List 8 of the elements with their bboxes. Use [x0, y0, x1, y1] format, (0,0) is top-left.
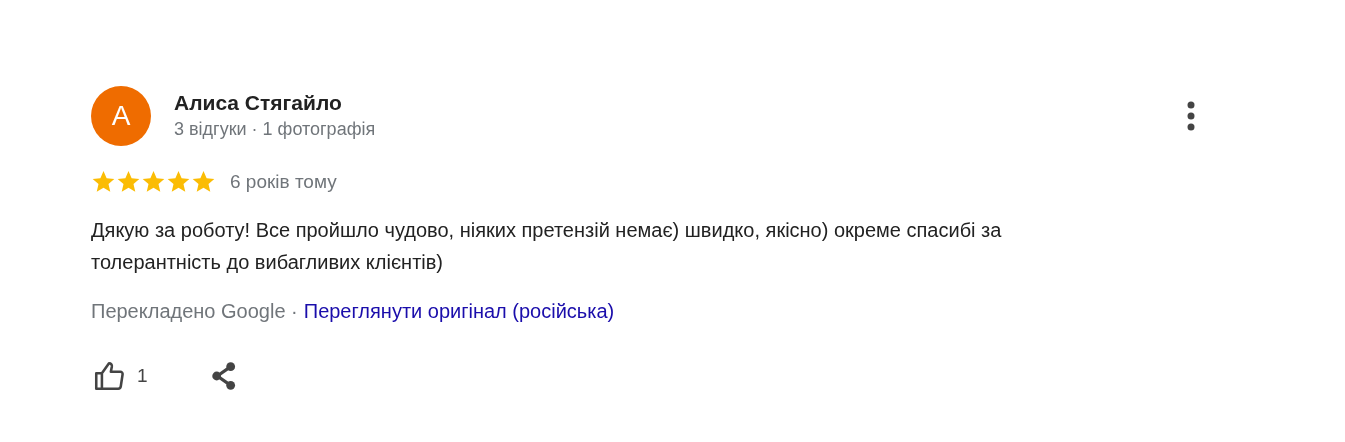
review-text: Дякую за роботу! Все пройшло чудово, ніяких претензій немає) швидко, якісно) окреме спасибі за толерантність до вибагливих клієнтів): [91, 218, 1003, 275]
like-count: 1: [137, 365, 148, 387]
more-options-icon[interactable]: [1187, 101, 1195, 131]
view-original-link[interactable]: Переглянути оригінал (російська): [303, 300, 615, 323]
author-name[interactable]: Алиса Стягайло: [174, 90, 1187, 116]
author-meta: 3 відгуки · 1 фотографія: [174, 118, 377, 141]
translation-note: Перекладено Google ·: [91, 300, 298, 323]
review-date: 6 років тому: [230, 170, 337, 193]
